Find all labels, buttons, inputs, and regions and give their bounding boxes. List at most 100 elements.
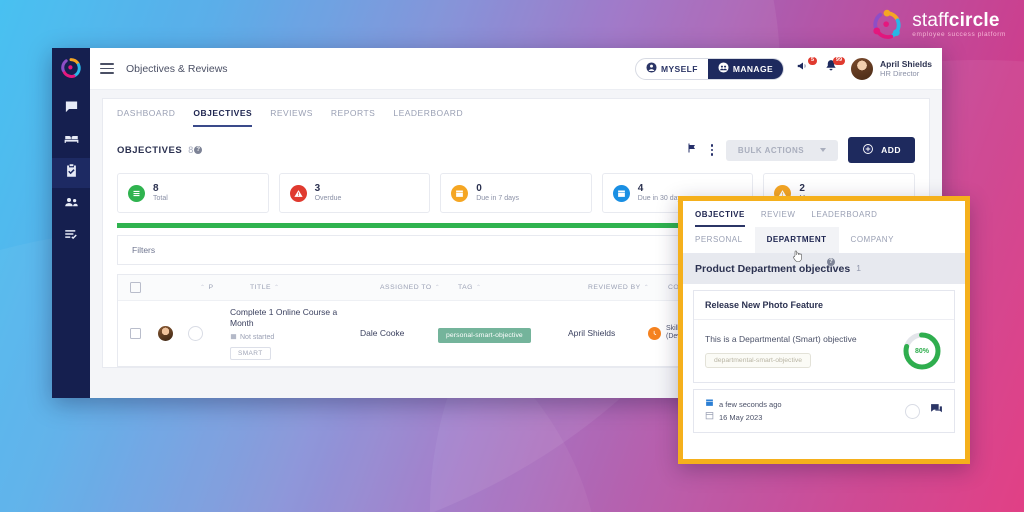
calendar-grey-icon (705, 411, 714, 424)
list-check-icon (64, 227, 79, 247)
smart-badge: SMART (230, 346, 271, 360)
page-title: Objectives & Reviews (126, 62, 228, 75)
popup-secondary-tabs: PERSONAL DEPARTMENT COMPANY (683, 227, 965, 262)
stat-label: Due in 7 days (476, 194, 519, 202)
add-button-label: ADD (881, 145, 901, 155)
announcements-button[interactable]: 5 (794, 56, 818, 78)
sort-icon[interactable]: ⌃ (435, 284, 441, 291)
sort-icon[interactable]: ⌃ (200, 284, 206, 291)
column-assigned-to: ASSIGNED TO ⌃ (380, 284, 441, 291)
popup-objective-card[interactable]: Release New Photo Feature This is a Depa… (693, 290, 955, 383)
row-priority[interactable] (188, 325, 230, 341)
hand-pointer-cursor (791, 249, 803, 263)
view-mode-toggle[interactable]: MYSELF MANAGE (634, 57, 785, 80)
popup-progress-label: 80% (914, 347, 929, 355)
stat-value: 2 (799, 183, 805, 195)
chevron-down-icon (820, 148, 827, 152)
popup-tab-company[interactable]: COMPANY (839, 227, 906, 253)
objectives-callout-popup: OBJECTIVE REVIEW LEADERBOARD PERSONAL DE… (678, 196, 970, 464)
stat-value: 0 (476, 183, 482, 195)
sidebar-item-absence[interactable] (52, 126, 90, 156)
popup-tab-personal[interactable]: PERSONAL (683, 227, 755, 253)
avatar (850, 56, 875, 81)
sidebar-item-messages[interactable] (52, 94, 90, 124)
top-bar: Objectives & Reviews MYSELF MANAGE 5 99 … (90, 48, 942, 90)
question-mark-icon[interactable]: ? (194, 146, 203, 154)
brand-tagline: employee success platform (912, 31, 1006, 39)
brand-name-light: staff (912, 10, 949, 32)
stat-card-total[interactable]: 8 Total (117, 173, 269, 213)
bulk-actions-label: BULK ACTIONS (737, 145, 805, 155)
row-assigned-to: Dale Cooke (360, 328, 405, 339)
person-icon (646, 62, 657, 75)
people-gear-icon (718, 62, 729, 75)
popup-tab-objective[interactable]: OBJECTIVE (695, 210, 745, 227)
popup-tab-review[interactable]: REVIEW (761, 210, 796, 227)
people-icon (64, 195, 79, 215)
row-tag-cell: personal-smart-objective (438, 324, 568, 344)
comment-icon[interactable] (930, 402, 943, 420)
stat-card-overdue[interactable]: 3 Overdue (278, 173, 431, 213)
toggle-manage[interactable]: MANAGE (707, 58, 784, 79)
tab-objectives[interactable]: OBJECTIVES (193, 108, 253, 127)
popup-objective-title: Release New Photo Feature (694, 291, 954, 320)
window-icon (612, 184, 630, 202)
question-mark-icon[interactable]: ? (826, 258, 835, 266)
row-tag: personal-smart-objective (438, 328, 531, 344)
bulk-actions-dropdown[interactable]: BULK ACTIONS (725, 139, 839, 161)
popup-heading-count: 1 (856, 263, 861, 273)
row-title-cell: Complete 1 Online Course a Month Not sta… (230, 307, 360, 360)
sort-icon[interactable]: ⌃ (644, 284, 650, 291)
popup-heading: Product Department objectives (695, 263, 851, 275)
notifications-button[interactable]: 99 (822, 56, 846, 78)
sidebar-item-objectives[interactable] (52, 158, 90, 188)
popup-due-date: 16 May 2023 (719, 412, 763, 422)
flag-icon[interactable] (686, 141, 698, 159)
status-circle-icon[interactable] (905, 403, 920, 419)
user-menu[interactable]: April Shields HR Director (850, 56, 932, 81)
popup-footer: a few seconds ago 16 May 2023 (693, 389, 955, 433)
notifications-badge: 99 (832, 56, 846, 66)
row-title: Complete 1 Online Course a Month (230, 307, 338, 329)
sidebar-logo-icon[interactable] (59, 56, 83, 80)
objectives-count: 8 (188, 145, 194, 155)
objectives-title: OBJECTIVES (117, 144, 183, 156)
popup-tab-leaderboard[interactable]: LEADERBOARD (811, 210, 877, 227)
sort-icon[interactable]: ⌃ (274, 284, 280, 291)
plus-circle-icon (862, 143, 874, 157)
chat-bubble-icon (64, 99, 79, 119)
list-icon (128, 184, 145, 202)
select-all-checkbox[interactable] (130, 282, 158, 293)
sidebar-item-tasks[interactable] (52, 222, 90, 252)
stat-label: Overdue (314, 194, 342, 202)
staffcircle-brand-logo: staffcircle employee success platform (870, 8, 1006, 42)
tab-reviews[interactable]: REVIEWS (270, 108, 313, 127)
column-priority: ⌃ P (200, 284, 214, 291)
sidebar-item-people[interactable] (52, 190, 90, 220)
tab-dashboard[interactable]: DASHBOARD (117, 108, 175, 127)
stat-value: 3 (314, 183, 321, 195)
toggle-myself[interactable]: MYSELF (636, 59, 708, 79)
sort-icon[interactable]: ⌃ (476, 284, 482, 291)
row-owner-avatar (158, 325, 188, 341)
tab-leaderboard[interactable]: LEADERBOARD (393, 108, 463, 127)
add-button[interactable]: ADD (848, 137, 915, 163)
row-reviewed-by: April Shields (568, 328, 616, 339)
user-role: HR Director (880, 69, 920, 79)
popup-objective-tag: departmental-smart-objective (705, 352, 812, 368)
more-vertical-icon[interactable] (708, 144, 716, 156)
tab-reports[interactable]: REPORTS (331, 108, 375, 127)
brand-name-bold: circle (948, 10, 1000, 32)
popup-heading-bar: Product Department objectives 1 ? (683, 254, 965, 284)
toggle-myself-label: MYSELF (660, 63, 698, 74)
section-tabs: DASHBOARD OBJECTIVES REVIEWS REPORTS LEA… (103, 99, 929, 127)
staffcircle-mark-icon (870, 8, 904, 42)
column-title: TITLE ⌃ (250, 284, 280, 291)
column-tag: TAG ⌃ (458, 284, 482, 291)
row-checkbox[interactable] (130, 327, 158, 339)
popup-primary-tabs: OBJECTIVE REVIEW LEADERBOARD (683, 201, 965, 227)
hamburger-icon[interactable] (100, 61, 114, 77)
popup-progress-donut: 80% (901, 330, 943, 372)
row-status: Not started (240, 333, 275, 341)
stat-card-due-7-days[interactable]: 0 Due in 7 days (440, 173, 592, 213)
